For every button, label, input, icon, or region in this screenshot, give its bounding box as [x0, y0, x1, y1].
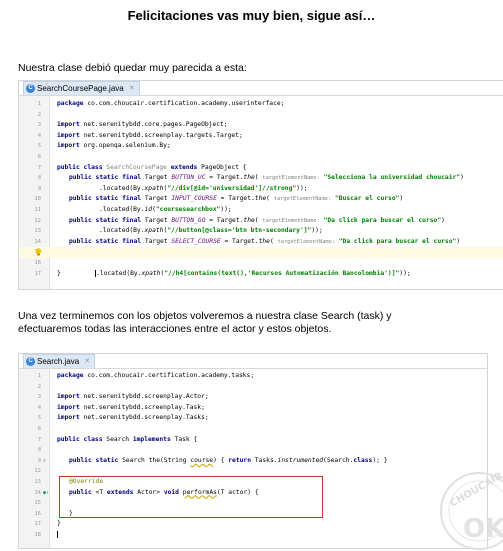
line-number: 18 — [34, 531, 41, 538]
line-number: 16 — [34, 259, 41, 266]
line-number: 17 — [34, 270, 41, 277]
code-line: public static Search the(String course) … — [69, 456, 388, 464]
code-line: public static final Target INPUT_COURSE … — [69, 195, 404, 203]
code-line: public static final Target SELECT_COURSE… — [69, 237, 461, 245]
line-number: 5 — [37, 415, 41, 422]
line-number: 3 — [37, 394, 41, 401]
lightbulb-icon[interactable] — [35, 248, 42, 256]
editor-tabbar: C SearchCoursePage.java ✕ — [19, 81, 503, 96]
fold-icon[interactable]: ⊕ — [43, 456, 46, 467]
editor-tabbar: C Search.java ✕ — [19, 354, 487, 369]
code-area[interactable]: 1 package co.com.choucair.certification.a… — [19, 369, 487, 548]
line-number: 14 — [34, 238, 41, 245]
code-line: import net.serenitybdd.core.pages.PageOb… — [57, 121, 228, 129]
line-number: 11 — [34, 206, 41, 213]
line-number: 1 — [37, 101, 41, 107]
line-number: 12 — [34, 468, 41, 475]
line-number: 13 — [34, 228, 41, 235]
line-number: 7 — [37, 436, 41, 443]
code-line: import net.serenitybdd.screenplay.target… — [57, 131, 243, 139]
code-editor-search: C Search.java ✕ 1 package co.com.choucair… — [18, 353, 488, 549]
code-line: import net.serenitybdd.screenplay.Tasks; — [57, 414, 209, 422]
java-class-icon: C — [26, 357, 35, 366]
line-number: 5 — [37, 143, 41, 150]
line-number: 6 — [37, 153, 41, 160]
middle-text-2: efectuaremos todas las interacciones ent… — [18, 323, 332, 335]
line-number: 8 — [37, 447, 41, 454]
tab-label: Search.java — [37, 357, 80, 366]
code-line: package co.com.choucair.certification.ac… — [57, 372, 255, 379]
svg-text:CHOUCAIR: CHOUCAIR — [448, 471, 503, 510]
code-line: public static final Target BUTTON_UC = T… — [69, 174, 464, 182]
code-line: } — [57, 269, 61, 277]
code-line — [57, 530, 62, 541]
line-number: 9 — [37, 457, 41, 464]
code-line: public static final Target BUTTON_GO = T… — [69, 216, 445, 224]
code-editor-searchcoursepage: C SearchCoursePage.java ✕ 1 package co.co… — [18, 80, 503, 290]
tab-label: SearchCoursePage.java — [37, 84, 124, 93]
line-number: 4 — [37, 404, 41, 411]
line-number: 9 — [37, 185, 41, 192]
line-number: 2 — [37, 383, 41, 390]
code-line: .located(By.xpath("//div[@id='universida… — [99, 184, 308, 192]
code-area[interactable]: 1 package co.com.choucair.certification.a… — [19, 96, 503, 289]
line-number: 2 — [37, 111, 41, 118]
line-number: 4 — [37, 132, 41, 139]
line-number: 16 — [34, 510, 41, 517]
code-line: .located(By.xpath("//button[@class='btn … — [99, 227, 323, 235]
line-number: 6 — [37, 425, 41, 432]
code-line: package co.com.choucair.certification.ac… — [57, 100, 285, 107]
line-number: 1 — [37, 373, 41, 379]
code-line: } — [57, 520, 61, 528]
code-line: public class SearchCoursePage extends Pa… — [57, 163, 247, 171]
code-line: import org.openqa.selenium.By; — [57, 142, 171, 150]
middle-text-1: Una vez terminemos con los objetos volve… — [18, 310, 392, 322]
java-class-icon: C — [26, 84, 35, 93]
line-number: 12 — [34, 217, 41, 224]
line-number: 17 — [34, 521, 41, 528]
line-number: 7 — [37, 164, 41, 171]
choucair-ok-seal-icon: CHOUCAIR OK — [440, 471, 503, 550]
line-number: 14 — [34, 489, 41, 496]
tab-searchcoursepage[interactable]: C SearchCoursePage.java ✕ — [23, 81, 140, 95]
code-line: import net.serenitybdd.screenplay.Task; — [57, 403, 205, 411]
code-line: .located(By.id("coursesearchbox")); — [99, 205, 232, 213]
override-marker-icon[interactable]: ●↑ — [43, 488, 49, 499]
code-line: import net.serenitybdd.screenplay.Actor; — [57, 393, 209, 401]
tab-search[interactable]: C Search.java ✕ — [23, 354, 96, 368]
intro-text: Nuestra clase debió quedar muy parecida … — [18, 62, 247, 74]
highlight-box — [59, 476, 323, 518]
line-number: 15 — [34, 500, 41, 507]
close-icon[interactable]: ✕ — [84, 355, 90, 368]
line-number: 8 — [37, 175, 41, 182]
page-heading: Felicitaciones vas muy bien, sigue así… — [127, 8, 376, 23]
svg-text:OK: OK — [463, 514, 503, 544]
close-icon[interactable]: ✕ — [129, 82, 135, 95]
line-number: 10 — [34, 196, 41, 203]
code-line: public class Search implements Task { — [57, 435, 198, 443]
line-number: 13 — [34, 478, 41, 485]
line-number: 3 — [37, 122, 41, 129]
